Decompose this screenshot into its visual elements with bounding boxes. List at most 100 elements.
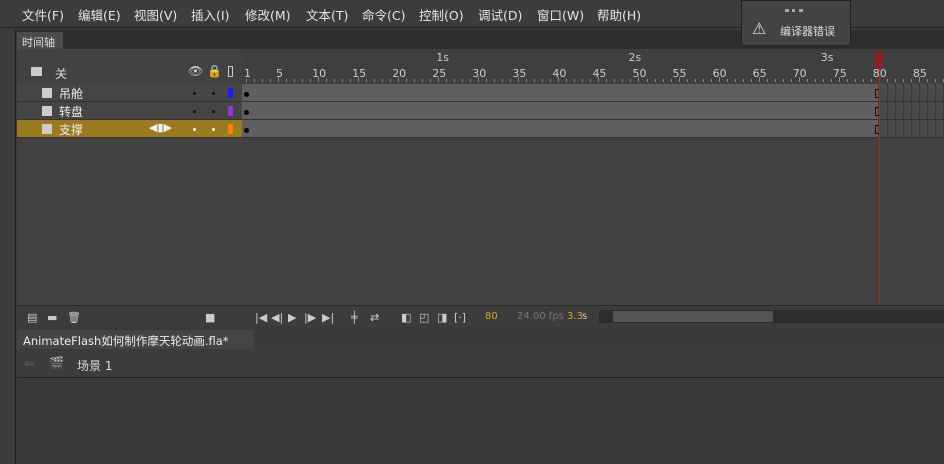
outline-icon[interactable] — [228, 66, 233, 77]
frame-row[interactable] — [242, 120, 880, 138]
ruler-tick — [430, 79, 432, 82]
ruler-tick — [622, 79, 624, 82]
menu-item[interactable]: 视图(V) — [134, 5, 177, 24]
drag-handle[interactable] — [785, 9, 803, 12]
ruler-tick — [662, 79, 664, 82]
layer-color-swatch[interactable] — [228, 124, 233, 134]
back-arrow-icon[interactable]: ⇦ — [24, 356, 34, 370]
ruler-tick — [902, 79, 904, 82]
play-button[interactable]: ▶ — [288, 311, 296, 324]
empty-frames[interactable] — [880, 120, 944, 138]
ruler-tick — [414, 79, 416, 82]
camera-icon[interactable]: ■ — [205, 311, 215, 324]
scrollbar-thumb[interactable] — [613, 311, 773, 322]
ruler-label: 75 — [832, 67, 847, 80]
ruler-label: 25 — [432, 67, 447, 80]
keyframe[interactable] — [244, 128, 249, 133]
scene-bar: ⇦ 🎬 场景 1 — [17, 350, 944, 378]
lock-icon[interactable]: 🔒 — [207, 64, 222, 78]
ruler-tick — [606, 79, 608, 82]
menu-item[interactable]: 文本(T) — [306, 5, 348, 24]
layer-name[interactable]: 支撑 — [59, 121, 83, 138]
first-frame-button[interactable]: |◀ — [255, 311, 267, 324]
ruler-tick — [686, 79, 688, 82]
elapsed-time[interactable]: 3.3 — [567, 311, 583, 322]
empty-frames[interactable] — [880, 102, 944, 120]
visibility-dot[interactable] — [193, 92, 196, 95]
layer-color-swatch[interactable] — [228, 88, 233, 98]
lock-dot[interactable] — [212, 128, 215, 131]
compiler-errors-panel[interactable]: ⚠ 编译器错误 — [741, 0, 851, 46]
menu-item[interactable]: 调试(D) — [478, 5, 522, 24]
visibility-dot[interactable] — [193, 128, 196, 131]
menu-item[interactable]: 插入(I) — [191, 5, 229, 24]
onion-outline-icon[interactable]: ◰ — [419, 311, 429, 324]
loop-icon[interactable]: ⇄ — [370, 311, 379, 324]
tab-timeline[interactable]: 时间轴 — [17, 32, 63, 49]
ruler-label: 70 — [792, 67, 807, 80]
menu-item[interactable]: 命令(C) — [362, 5, 405, 24]
frame-ruler[interactable]: 15101520253035404550556065707580851s2s3s — [242, 49, 944, 83]
horizontal-scrollbar[interactable] — [599, 310, 944, 323]
layer-row[interactable]: 支撑 ◀▮▶ — [17, 120, 242, 138]
menu-item[interactable]: 帮助(H) — [597, 5, 641, 24]
ruler-tick — [550, 79, 552, 82]
layer-name[interactable]: 吊舱 — [59, 85, 83, 102]
new-layer-icon[interactable]: ▤ — [27, 311, 37, 324]
prev-frame-button[interactable]: ◀| — [271, 311, 283, 324]
ruler-tick — [870, 79, 872, 82]
last-frame-button[interactable]: ▶| — [322, 311, 334, 324]
keyframe[interactable] — [244, 110, 249, 115]
ruler-label: 40 — [552, 67, 567, 80]
menu-item[interactable]: 窗口(W) — [537, 5, 584, 24]
frame-rate[interactable]: 24.00 fps — [517, 311, 564, 322]
layer-name[interactable]: 转盘 — [59, 103, 83, 120]
tools-panel — [0, 30, 16, 464]
menu-item[interactable]: 编辑(E) — [78, 5, 121, 24]
playhead[interactable] — [875, 52, 883, 68]
ruler-tick — [462, 79, 464, 82]
current-frame[interactable]: 80 — [485, 311, 498, 322]
ruler-tick — [270, 79, 272, 82]
ruler-label: 60 — [712, 67, 727, 80]
onion-skin-icon[interactable]: ◧ — [401, 311, 411, 324]
menu-item[interactable]: 修改(M) — [245, 5, 291, 24]
ruler-tick — [454, 79, 456, 82]
onion-markers-icon[interactable]: [·] — [454, 311, 466, 324]
ruler-tick — [302, 79, 304, 82]
empty-frames[interactable] — [880, 84, 944, 102]
ruler-tick — [702, 79, 704, 82]
ruler-tick — [854, 79, 856, 82]
frame-row[interactable] — [242, 102, 880, 120]
eye-icon[interactable]: 👁 — [188, 64, 203, 78]
visibility-dot[interactable] — [193, 110, 196, 113]
lock-dot[interactable] — [212, 110, 215, 113]
ruler-tick — [646, 79, 648, 82]
layer-row[interactable]: 转盘 — [17, 102, 242, 120]
ruler-tick — [790, 79, 792, 82]
edit-multiple-icon[interactable]: ◨ — [437, 311, 447, 324]
next-frame-button[interactable]: |▶ — [304, 311, 316, 324]
layer-row[interactable]: 吊舱 — [17, 84, 242, 102]
ruler-tick — [846, 79, 848, 82]
layer-color-swatch[interactable] — [228, 106, 233, 116]
lock-dot[interactable] — [212, 92, 215, 95]
ruler-tick — [286, 79, 288, 82]
frame-row[interactable] — [242, 84, 880, 102]
menu-item[interactable]: 控制(O) — [419, 5, 464, 24]
ruler-tick — [814, 79, 816, 82]
ruler-tick — [934, 79, 936, 82]
document-tab[interactable]: AnimateFlash如何制作摩天轮动画.fla* × — [17, 330, 254, 363]
delete-icon[interactable]: 🗑 — [67, 311, 81, 324]
timeline-toolbar: ▤ ▬ 🗑 ■ |◀ ◀| ▶ |▶ ▶| ╪ ⇄ ◧ ◰ ◨ [·] 80 2… — [17, 305, 944, 327]
center-frame-icon[interactable]: ╪ — [351, 311, 358, 324]
ruler-tick — [470, 79, 472, 82]
ruler-tick — [742, 79, 744, 82]
new-folder-icon[interactable]: ▬ — [47, 311, 57, 324]
menu-item[interactable]: 文件(F) — [22, 5, 64, 24]
keyframe[interactable] — [244, 92, 249, 97]
ruler-tick — [294, 79, 296, 82]
keyframe-nav-icon[interactable]: ◀▮▶ — [149, 121, 172, 134]
scene-label[interactable]: 场景 1 — [77, 357, 112, 374]
ruler-tick — [574, 79, 576, 82]
